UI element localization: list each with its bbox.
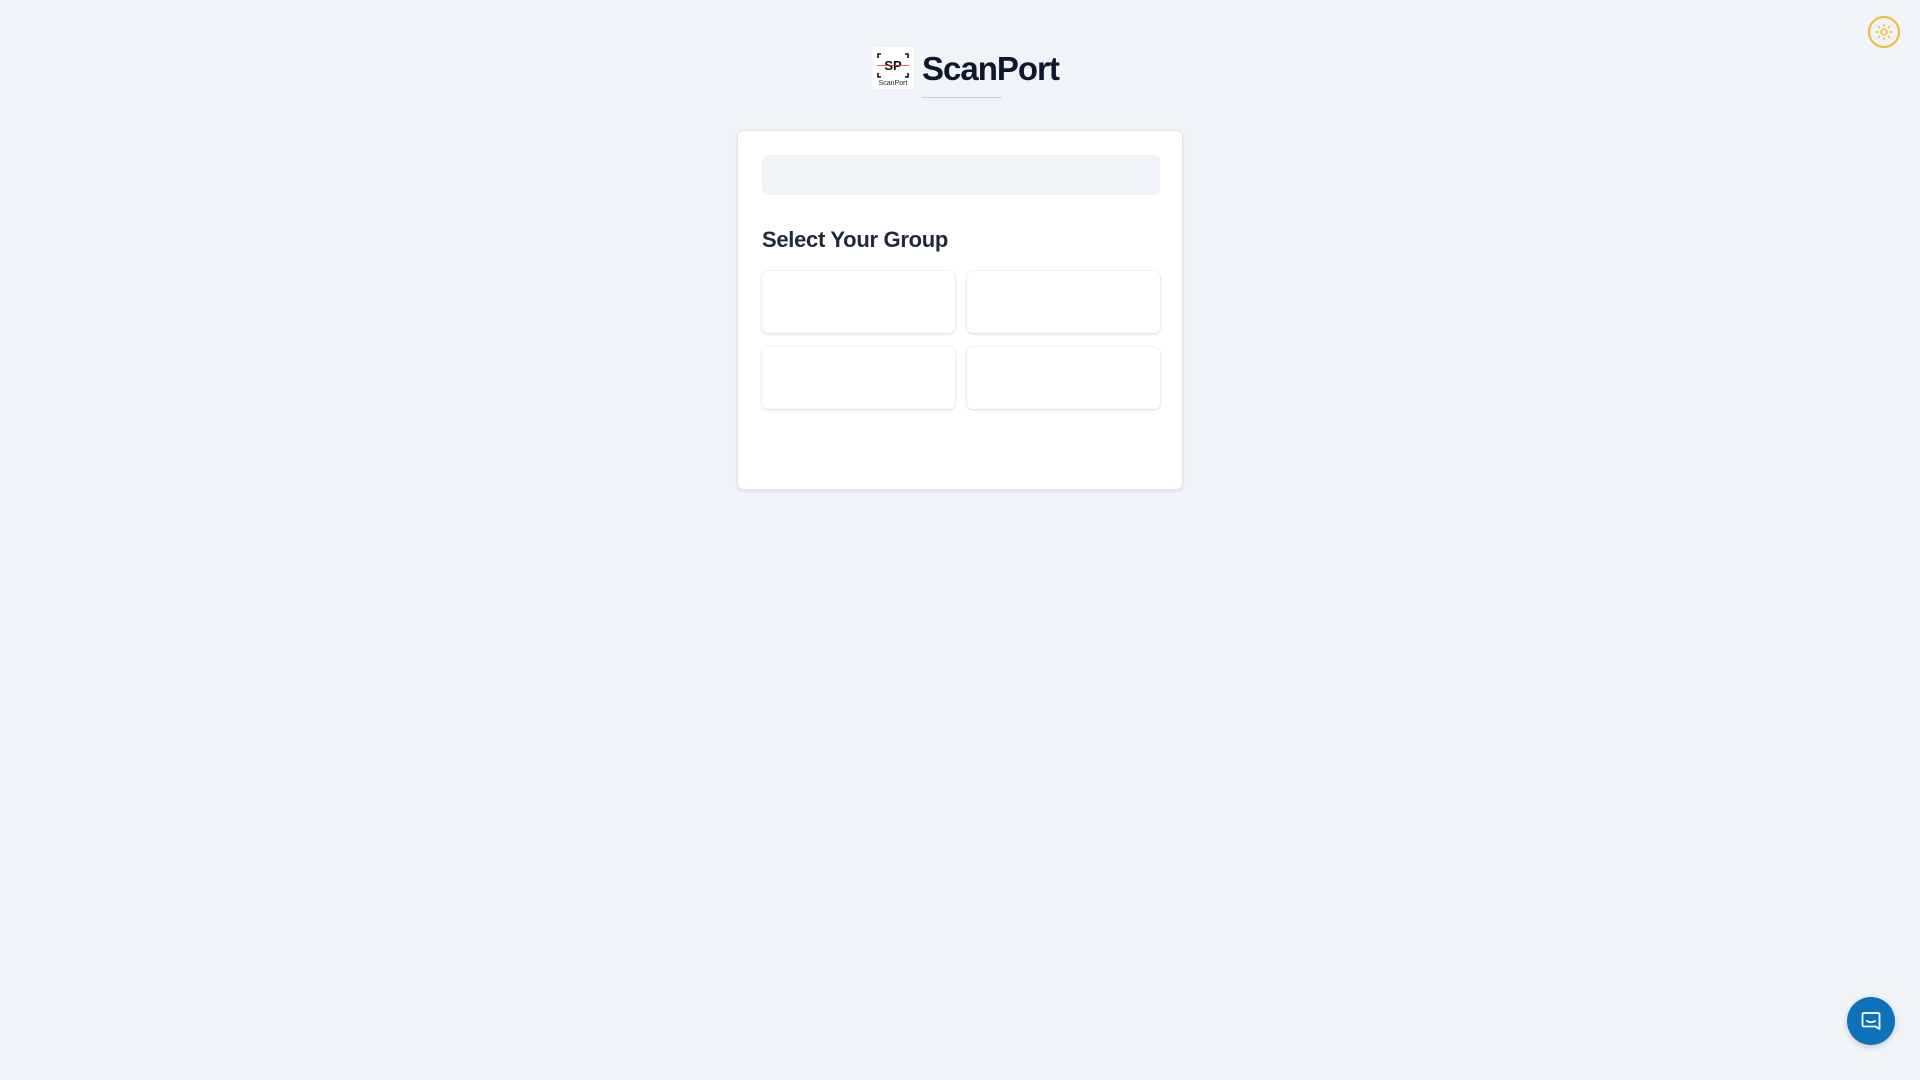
group-tile-2[interactable] — [967, 271, 1160, 333]
scanport-logo-icon: SP ScanPort — [877, 53, 909, 87]
search-skeleton — [762, 155, 1160, 195]
sun-icon — [1875, 23, 1893, 41]
theme-toggle-button[interactable] — [1868, 16, 1900, 48]
chat-launcher-button[interactable] — [1847, 997, 1895, 1045]
brand-name-wrap: ScanPort — [922, 46, 1060, 98]
group-tile-1[interactable] — [762, 271, 955, 333]
svg-text:ScanPort: ScanPort — [879, 80, 908, 87]
section-title: Select Your Group — [762, 227, 949, 252]
chat-bubble-icon — [1861, 1012, 1881, 1030]
group-grid — [762, 271, 1160, 409]
brand-logo: SP ScanPort — [872, 47, 914, 89]
group-tile-4[interactable] — [967, 347, 1160, 409]
group-tile-3[interactable] — [762, 347, 955, 409]
brand-header: SP ScanPort ScanPort — [872, 46, 1060, 98]
brand-name: ScanPort — [922, 49, 1060, 87]
page: SP ScanPort ScanPort Select Your Group — [0, 0, 1920, 1080]
group-select-card: Select Your Group — [737, 130, 1183, 490]
brand-underline — [922, 97, 1002, 98]
